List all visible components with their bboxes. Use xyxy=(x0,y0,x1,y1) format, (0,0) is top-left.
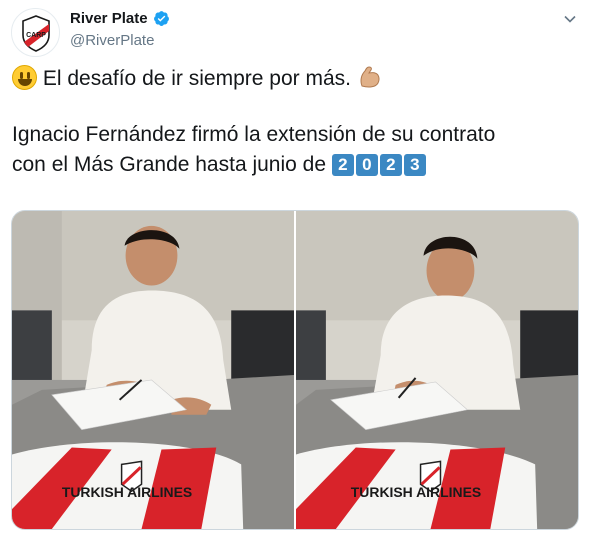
author-display-name[interactable]: River Plate xyxy=(70,10,148,27)
shirt-sponsor-text: TURKISH AIRLINES xyxy=(351,484,481,500)
author-handle[interactable]: @RiverPlate xyxy=(70,32,154,49)
tweet-line-3-text: con el Más Grande hasta junio de xyxy=(12,153,327,176)
tweet-media: TURKISH AIRLINES TURKISH AIRLINES xyxy=(11,210,579,530)
verified-badge-icon xyxy=(153,11,169,26)
smiling-face-icon xyxy=(12,65,37,90)
tweet-card: CARP River Plate @RiverPlate El desafío … xyxy=(0,0,589,541)
avatar[interactable]: CARP xyxy=(11,8,60,57)
river-plate-crest-icon: CARP xyxy=(21,14,50,52)
media-photo-2[interactable]: TURKISH AIRLINES xyxy=(296,211,578,529)
shirt-sponsor-text: TURKISH AIRLINES xyxy=(62,484,192,500)
keycap-digit-icon: 2 xyxy=(379,154,402,176)
keycap-digit-icon: 2 xyxy=(331,154,354,176)
keycap-digit-icon: 3 xyxy=(403,154,426,176)
tweet-line-1-text: El desafío de ir siempre por más. xyxy=(42,67,351,90)
tweet-line-2: Ignacio Fernández firmó la extensión de … xyxy=(12,123,496,146)
photo-signing-smiling: TURKISH AIRLINES xyxy=(12,211,294,529)
keycap-digit-icon: 0 xyxy=(355,154,378,176)
tweet-line-3: con el Más Grande hasta junio de 2023 xyxy=(12,150,582,180)
tweet-text: El desafío de ir siempre por más. Ignaci… xyxy=(12,64,582,180)
author-name-row: River Plate xyxy=(70,10,170,27)
chevron-down-icon[interactable] xyxy=(563,12,577,26)
svg-text:CARP: CARP xyxy=(26,32,46,39)
tweet-line-1: El desafío de ir siempre por más. xyxy=(12,64,582,94)
flexed-biceps-icon xyxy=(360,66,380,88)
photo-signing-head-down: TURKISH AIRLINES xyxy=(296,211,578,529)
media-photo-1[interactable]: TURKISH AIRLINES xyxy=(12,211,294,529)
